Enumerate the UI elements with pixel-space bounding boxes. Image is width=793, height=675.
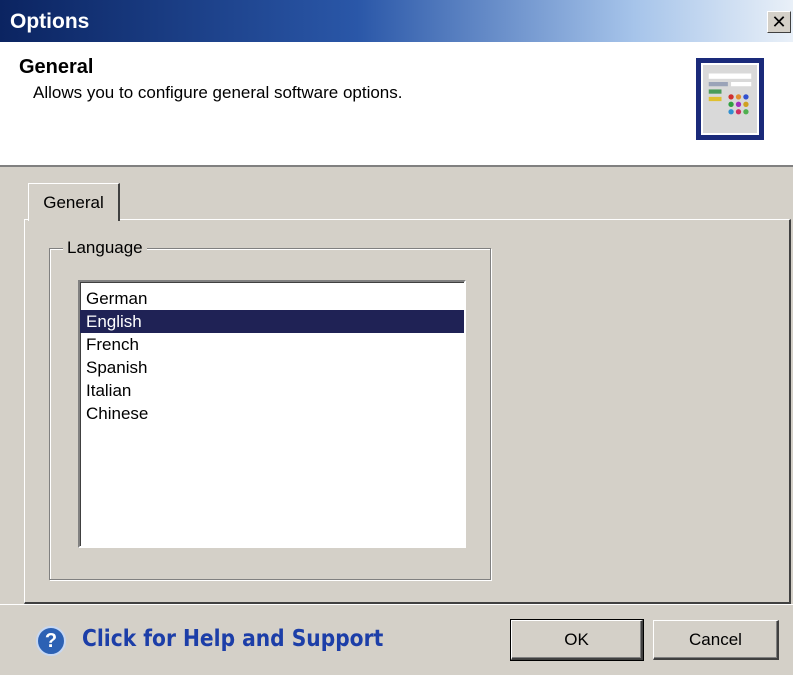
list-item[interactable]: Chinese (80, 402, 464, 425)
close-icon: ✕ (771, 12, 787, 32)
list-item-selected[interactable]: English (80, 310, 464, 333)
list-item[interactable]: Spanish (80, 356, 464, 379)
language-legend: Language (63, 238, 147, 258)
window-title: Options (10, 10, 90, 33)
footer-divider (0, 604, 793, 605)
cancel-button[interactable]: Cancel (653, 620, 779, 660)
close-button[interactable]: ✕ (767, 11, 791, 33)
list-item[interactable]: French (80, 333, 464, 356)
question-icon[interactable]: ? (36, 626, 66, 656)
list-item[interactable]: German (80, 287, 464, 310)
ok-button[interactable]: OK (510, 619, 644, 661)
header-description: Allows you to configure general software… (33, 83, 403, 102)
header-banner: General Allows you to configure general … (0, 42, 793, 167)
help-support-link[interactable]: Click for Help and Support (82, 626, 383, 652)
tab-general[interactable]: General (28, 183, 120, 221)
settings-window-icon (696, 58, 764, 140)
header-title: General (19, 56, 94, 78)
list-item[interactable]: Italian (80, 379, 464, 402)
language-listbox[interactable]: German English French Spanish Italian Ch… (78, 280, 466, 548)
title-bar: Options ✕ (0, 0, 793, 42)
